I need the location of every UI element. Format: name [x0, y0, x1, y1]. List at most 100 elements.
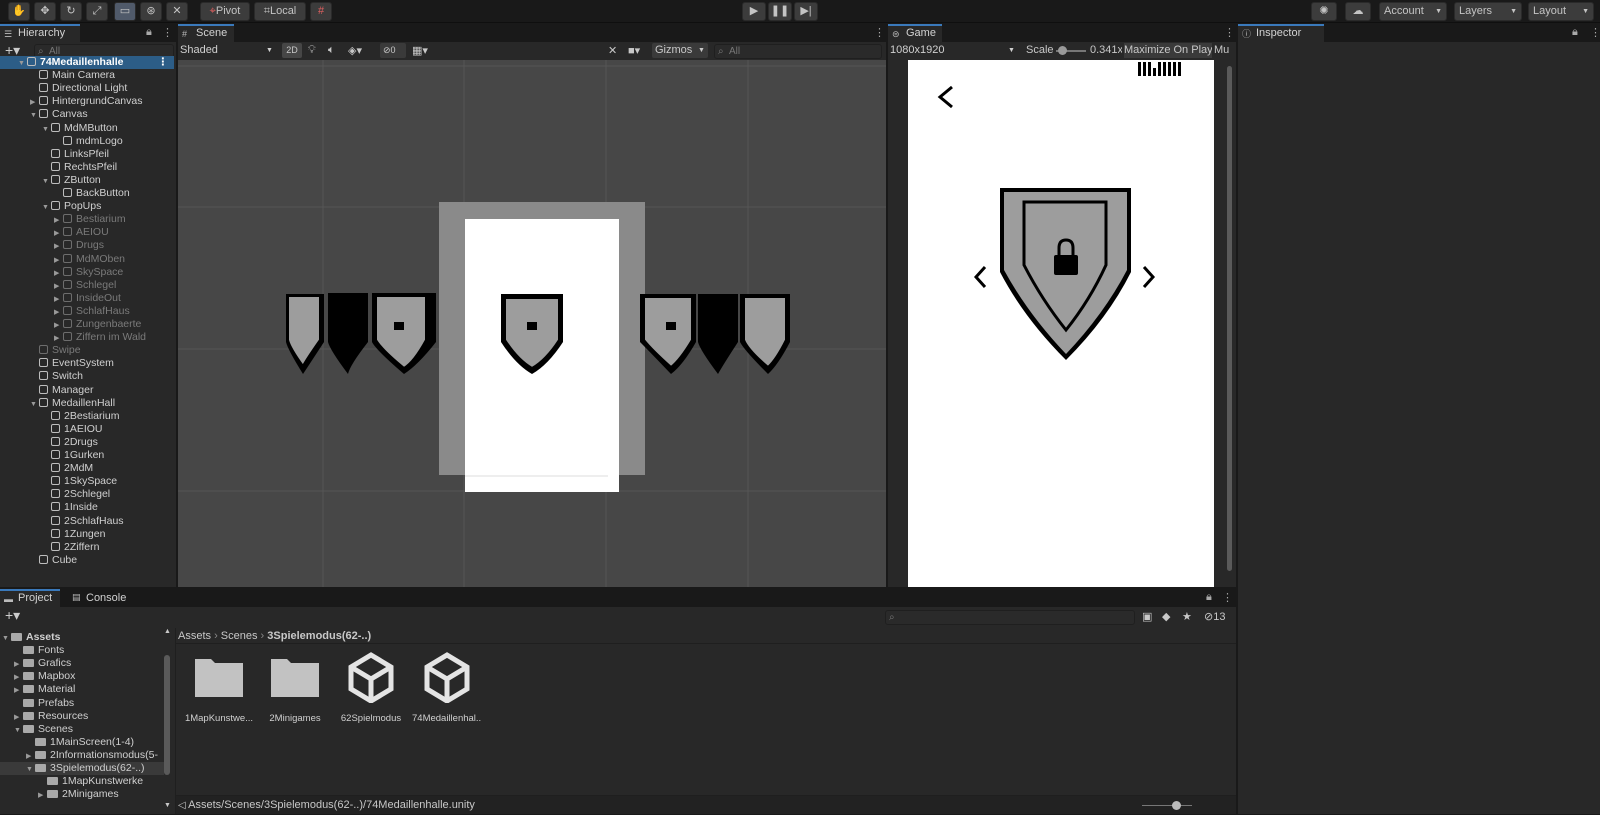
expand-arrow-icon[interactable]: ▶ [26, 750, 35, 763]
expand-arrow-icon[interactable]: ▼ [18, 57, 27, 70]
custom-tool-icon[interactable]: ✕ [166, 2, 188, 21]
step-button[interactable]: ▶| [794, 2, 818, 21]
scale-slider[interactable] [1056, 46, 1086, 55]
hierarchy-item[interactable]: ▶ Zungenbaerte [0, 318, 174, 331]
expand-arrow-icon[interactable]: ▶ [14, 671, 23, 684]
hierarchy-item[interactable]: 1Inside [0, 501, 174, 514]
breadcrumb-item[interactable]: Assets [178, 630, 211, 642]
kebab-menu-icon[interactable]: ⋮ [162, 26, 173, 39]
hierarchy-item[interactable]: ▶ HintergrundCanvas [0, 95, 174, 108]
back-arrow-icon[interactable] [937, 85, 953, 109]
game-viewport[interactable] [888, 60, 1236, 587]
hierarchy-item[interactable]: ▶ Bestiarium [0, 213, 174, 226]
pause-button[interactable]: ❚❚ [768, 2, 792, 21]
mdm-logo-icon[interactable] [1138, 62, 1181, 76]
expand-arrow-icon[interactable]: ▼ [42, 175, 51, 188]
hierarchy-item[interactable]: Main Camera [0, 69, 174, 82]
collapse-arrow-icon[interactable]: ▶ [54, 293, 63, 306]
hierarchy-item[interactable]: 1Gurken [0, 449, 174, 462]
shading-dropdown[interactable]: Shaded ▼ [180, 43, 278, 58]
grid-snap-icon[interactable]: # [310, 2, 332, 21]
cloud-icon[interactable]: ☁ [1345, 2, 1371, 21]
lighting-icon[interactable]: 💡︎ [308, 44, 316, 57]
hierarchy-item[interactable]: 1SkySpace [0, 475, 174, 488]
tab-game[interactable]: ⊜ Game [888, 24, 942, 42]
audio-icon[interactable]: 🔈︎ [328, 44, 335, 57]
add-icon[interactable]: +▾ [5, 607, 20, 624]
hierarchy-item[interactable]: ▶ SkySpace [0, 266, 174, 279]
hierarchy-item[interactable]: ▶ SchlafHaus [0, 305, 174, 318]
kebab-menu-icon[interactable]: ⋮ [1224, 26, 1235, 39]
expand-arrow-icon[interactable]: ▶ [38, 789, 47, 802]
kebab-menu-icon[interactable]: ⋮ [874, 26, 885, 39]
move-tool-icon[interactable]: ✥ [34, 2, 56, 21]
hierarchy-item[interactable]: LinksPfeil [0, 148, 174, 161]
collapse-arrow-icon[interactable]: ▶ [54, 332, 63, 345]
project-tree-item[interactable]: Fonts [0, 644, 164, 657]
camera-icon[interactable]: ■▾ [628, 44, 640, 57]
expand-arrow-icon[interactable]: ▼ [14, 724, 23, 737]
tab-console[interactable]: ▤ Console [68, 589, 136, 607]
hierarchy-item[interactable]: 2Ziffern [0, 541, 174, 554]
collapse-arrow-icon[interactable]: ▶ [54, 240, 63, 253]
lock-icon[interactable]: 🔒︎ [1572, 26, 1578, 39]
hierarchy-item[interactable]: mdmLogo [0, 135, 174, 148]
hierarchy-item[interactable]: 1AEIOU [0, 423, 174, 436]
expand-arrow-icon[interactable]: ▶ [14, 658, 23, 671]
hierarchy-item[interactable]: Swipe [0, 344, 174, 357]
effects-icon[interactable]: ◈▾ [348, 44, 362, 57]
scroll-down-icon[interactable]: ▼ [164, 802, 171, 809]
play-button[interactable]: ▶ [742, 2, 766, 21]
hierarchy-item[interactable]: BackButton [0, 187, 174, 200]
expand-arrow-icon[interactable]: ▼ [42, 123, 51, 136]
hand-tool-icon[interactable]: ✋ [8, 2, 30, 21]
hierarchy-item[interactable]: ▶ MdMOben [0, 253, 174, 266]
collapse-arrow-icon[interactable]: ▶ [54, 254, 63, 267]
game-scrollbar[interactable] [1227, 66, 1232, 571]
project-tree-item[interactable]: ▶ Mapbox [0, 670, 164, 683]
collab-icon[interactable]: ✺ [1311, 2, 1337, 21]
expand-arrow-icon[interactable]: ▼ [2, 632, 11, 645]
hierarchy-item[interactable]: Directional Light [0, 82, 174, 95]
collapse-arrow-icon[interactable]: ▶ [54, 306, 63, 319]
collapse-arrow-icon[interactable]: ▶ [54, 280, 63, 293]
account-dropdown[interactable]: Account ▼ [1379, 2, 1447, 21]
tab-project[interactable]: ▬ Project [0, 589, 60, 607]
hierarchy-item[interactable]: Manager [0, 384, 174, 397]
scene-search-input[interactable]: ⌕ All [714, 44, 882, 59]
project-tree-item[interactable]: ▶ Grafics [0, 657, 164, 670]
project-search-input[interactable]: ⌕ [885, 610, 1135, 625]
hierarchy-item[interactable]: ▼ MdMButton [0, 122, 174, 135]
project-tree-item[interactable]: ▶ Resources [0, 710, 164, 723]
expand-arrow-icon[interactable]: ▼ [42, 201, 51, 214]
tree-scrollbar[interactable] [164, 655, 170, 775]
kebab-menu-icon[interactable]: ⋮ [1222, 591, 1233, 604]
left-arrow-icon[interactable] [973, 265, 987, 289]
project-tree-item[interactable]: ▶ 2Informationsmodus(5- [0, 749, 164, 762]
transform-tool-icon[interactable]: ⊛ [140, 2, 162, 21]
collapse-arrow-icon[interactable]: ▶ [54, 227, 63, 240]
lock-icon[interactable]: 🔒︎ [146, 26, 152, 39]
hierarchy-item[interactable]: ▼ PopUps [0, 200, 174, 213]
project-tree-item[interactable]: 1MapKunstwerke [0, 775, 164, 788]
hierarchy-item[interactable]: 1Zungen [0, 528, 174, 541]
layers-dropdown[interactable]: Layers ▼ [1454, 2, 1522, 21]
hierarchy-item[interactable]: ▼ MedaillenHall [0, 397, 174, 410]
asset-item[interactable]: 2Minigames [260, 651, 330, 731]
expand-arrow-icon[interactable]: ▶ [14, 711, 23, 724]
2d-toggle[interactable]: 2D [282, 43, 302, 58]
tab-hierarchy[interactable]: ☰ Hierarchy [0, 24, 80, 42]
project-tree-item[interactable]: ▼ 3Spielemodus(62-..) [0, 762, 164, 775]
project-tree-item[interactable]: ▼ Assets [0, 631, 164, 644]
collapse-arrow-icon[interactable]: ▶ [30, 96, 39, 109]
kebab-menu-icon[interactable]: ⋮ [158, 56, 169, 69]
scene-canvas[interactable] [178, 60, 886, 587]
expand-arrow-icon[interactable]: ▶ [14, 684, 23, 697]
collapse-arrow-icon[interactable]: ▶ [54, 319, 63, 332]
local-toggle[interactable]: ⌗Local [254, 2, 306, 21]
hierarchy-item[interactable]: RechtsPfeil [0, 161, 174, 174]
hierarchy-item[interactable]: ▶ InsideOut [0, 292, 174, 305]
collapse-arrow-icon[interactable]: ▶ [54, 214, 63, 227]
expand-arrow-icon[interactable]: ▼ [30, 109, 39, 122]
project-tree-item[interactable]: ▶ Material [0, 683, 164, 696]
